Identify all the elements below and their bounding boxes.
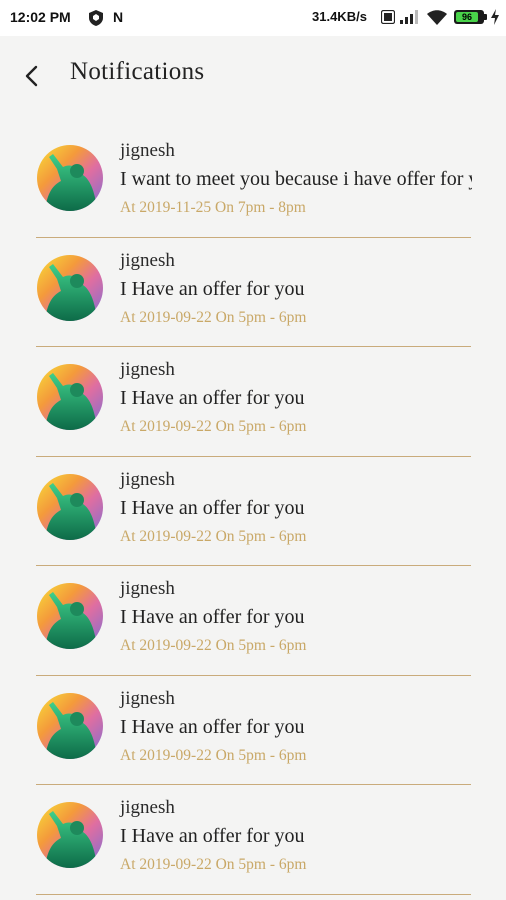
notification-time: At 2019-11-25 On 7pm - 8pm [120,199,306,216]
battery-icon: 96 [454,10,487,24]
notification-sender: jignesh [120,797,175,818]
chevron-left-icon [25,65,38,87]
notification-sender: jignesh [120,687,175,709]
notification-message: I Have an offer for you [120,387,305,409]
notification-sender: jignesh [120,468,175,490]
notification-message: I Have an offer for you [120,715,305,738]
battery-level: 96 [456,12,478,22]
app-header: Notifications [0,36,506,116]
notification-item[interactable]: jignesh I Have an offer for you At 2019-… [36,566,471,676]
notification-sender: jignesh [120,140,175,161]
notification-item[interactable]: jignesh I want to meet you because i hav… [36,128,472,238]
charging-bolt-icon [491,9,499,25]
notification-item[interactable]: jignesh I Have an offer for you At 2019-… [36,785,471,895]
notification-message: I want to meet you because i have offer … [120,168,472,190]
notification-item[interactable]: jignesh I Have an offer for you At 2019-… [36,347,471,457]
avatar [37,802,103,868]
notification-time: At 2019-09-22 On 5pm - 6pm [120,418,307,435]
avatar [37,473,103,540]
notification-sender: jignesh [120,359,175,380]
avatar [37,692,103,759]
wifi-icon [427,10,447,25]
avatar [37,364,103,430]
notification-sender: jignesh [120,578,175,599]
notification-time: At 2019-09-22 On 5pm - 6pm [120,527,307,545]
notification-time: At 2019-09-22 On 5pm - 6pm [120,637,307,654]
avatar [37,254,103,321]
notification-message: I Have an offer for you [120,825,305,847]
notification-list: jignesh I want to meet you because i hav… [0,128,506,895]
notification-message: I Have an offer for you [120,496,305,519]
shield-icon [89,10,103,26]
network-letter: N [113,9,124,25]
notification-item[interactable]: jignesh I Have an offer for you At 2019-… [36,457,471,566]
status-bar: 12:02 PM N 31.4KB/s 96 [0,0,506,36]
notification-sender: jignesh [120,249,175,271]
notification-time: At 2019-09-22 On 5pm - 6pm [120,856,307,873]
signal-icon [400,10,418,24]
avatar [37,145,103,211]
notification-message: I Have an offer for you [120,606,305,628]
notification-message: I Have an offer for you [120,277,305,300]
status-time: 12:02 PM [10,9,71,25]
page-title: Notifications [70,58,205,85]
notification-item[interactable]: jignesh I Have an offer for you At 2019-… [36,676,471,785]
network-speed: 31.4KB/s [312,9,367,24]
notification-item[interactable]: jignesh I Have an offer for you At 2019-… [36,238,471,347]
avatar [37,583,103,649]
hd-icon [381,10,395,24]
back-button[interactable] [18,62,46,90]
notification-time: At 2019-09-22 On 5pm - 6pm [120,308,307,326]
notification-time: At 2019-09-22 On 5pm - 6pm [120,746,307,764]
